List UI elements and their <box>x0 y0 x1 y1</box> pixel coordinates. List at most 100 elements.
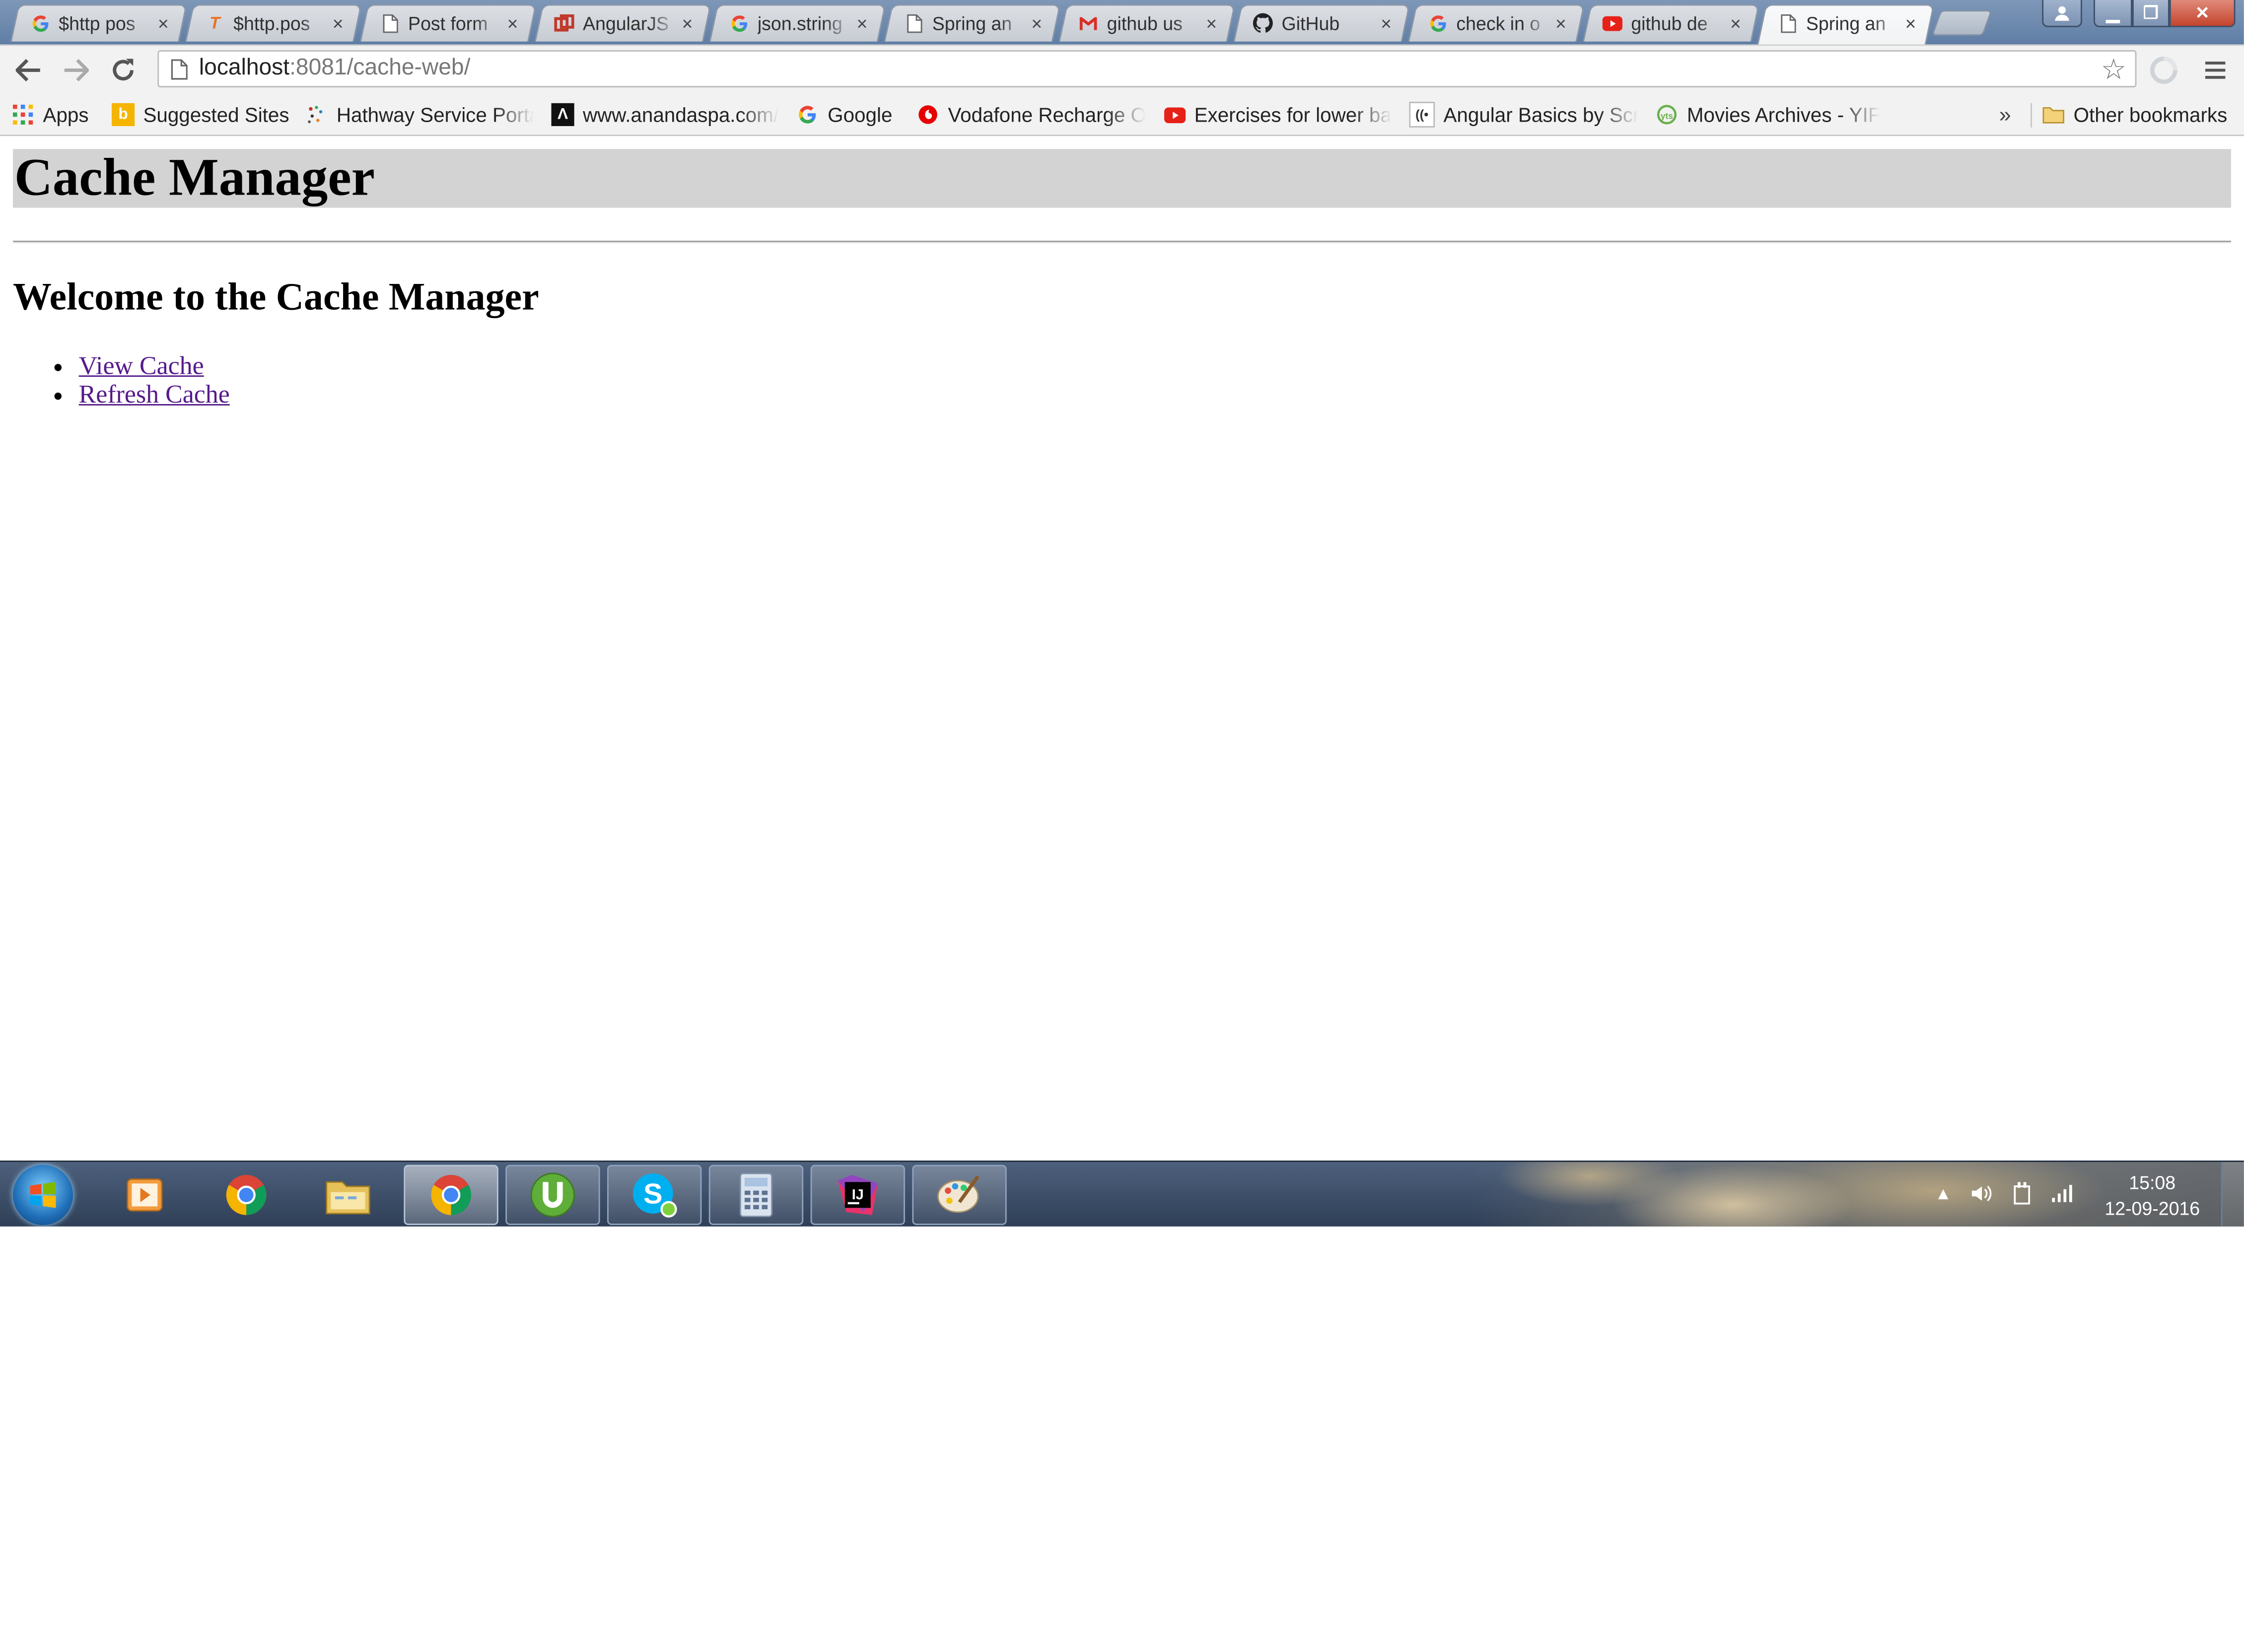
bookmark-angular-basics[interactable]: ((• Angular Basics by Scri <box>1409 99 1638 131</box>
gmail-icon <box>1078 13 1098 33</box>
github-icon <box>1253 13 1273 33</box>
tab-title: $http pos <box>59 12 136 34</box>
maximize-button[interactable]: ❐ <box>2132 0 2170 27</box>
bookmark-movies-archives[interactable]: yts Movies Archives - YIF <box>1655 99 1882 131</box>
tab-title: AngularJS <box>582 12 669 34</box>
bookmark-apps[interactable]: Apps <box>11 99 97 131</box>
page-content: Cache Manager Welcome to the Cache Manag… <box>0 136 2244 1161</box>
utorrent-icon[interactable] <box>505 1165 600 1225</box>
screen: $http pos × T $http.pos × Post form × An… <box>0 0 2244 1652</box>
close-icon[interactable]: × <box>677 12 697 34</box>
bookmark-label: Angular Basics by Scri <box>1443 103 1638 127</box>
window-controls: ▁ ❐ ✕ <box>2042 0 2236 27</box>
network-signal-icon[interactable] <box>2049 1180 2075 1206</box>
page-icon <box>904 13 923 33</box>
vodafone-icon <box>916 103 939 126</box>
skype-icon[interactable]: S <box>607 1165 702 1225</box>
close-icon[interactable]: × <box>1900 12 1920 34</box>
svg-text:IJ: IJ <box>852 1187 864 1203</box>
url-host: localhost <box>199 56 290 80</box>
browser-tab[interactable]: github de × <box>1582 4 1760 42</box>
show-hidden-icons-arrow[interactable]: ▲ <box>1930 1180 1956 1206</box>
bing-icon: b <box>111 103 135 127</box>
view-cache-link[interactable]: View Cache <box>79 351 204 380</box>
bookmark-suggested-sites[interactable]: b Suggested Sites <box>111 99 291 131</box>
chrome-icon[interactable] <box>404 1165 498 1225</box>
close-icon[interactable]: × <box>1376 12 1396 34</box>
bookmark-vodafone[interactable]: Vodafone Recharge O <box>916 99 1146 131</box>
refresh-cache-link[interactable]: Refresh Cache <box>79 380 230 409</box>
browser-tab[interactable]: T $http.pos × <box>185 4 362 42</box>
bookmark-label: Exercises for lower ba <box>1194 103 1392 127</box>
tab-title: json.string <box>757 12 842 34</box>
new-tab-button[interactable] <box>1931 10 1992 36</box>
bookmark-other-folder[interactable]: Other bookmarks <box>2042 99 2235 131</box>
browser-tab[interactable]: $http pos × <box>10 4 188 42</box>
page-title: Cache Manager <box>14 149 375 208</box>
media-player-icon[interactable] <box>97 1165 192 1225</box>
browser-tab[interactable]: json.string × <box>709 4 886 42</box>
close-icon[interactable]: × <box>1201 12 1221 34</box>
chrome-menu-icon[interactable] <box>2199 53 2231 87</box>
extension-icon[interactable] <box>2147 53 2181 87</box>
bookmark-label: Hathway Service Porta <box>336 103 534 127</box>
power-plug-icon[interactable] <box>2009 1180 2035 1206</box>
paint-icon[interactable] <box>912 1165 1007 1225</box>
reload-icon[interactable] <box>105 52 142 89</box>
close-icon[interactable]: × <box>502 12 522 34</box>
volume-icon[interactable] <box>1969 1180 1995 1206</box>
system-clock[interactable]: 15:08 12-09-2016 <box>2094 1170 2211 1222</box>
bookmark-star-icon[interactable]: ☆ <box>2101 52 2127 86</box>
page-icon <box>1777 13 1797 33</box>
bookmark-hathway[interactable]: Hathway Service Porta <box>305 99 534 131</box>
tab-title: Spring an <box>932 12 1012 34</box>
close-icon[interactable]: × <box>1551 12 1571 34</box>
close-icon[interactable]: × <box>1027 12 1047 34</box>
yify-icon: yts <box>1655 103 1678 126</box>
start-button[interactable] <box>12 1165 73 1225</box>
intellij-icon[interactable]: IJ <box>810 1165 905 1225</box>
page-icon <box>379 13 399 33</box>
tab-title: GitHub <box>1281 12 1340 34</box>
browser-tab-active[interactable]: Spring an × <box>1757 4 1935 45</box>
folder-icon <box>2042 103 2065 126</box>
welcome-heading: Welcome to the Cache Manager <box>12 275 539 318</box>
browser-tab[interactable]: GitHub × <box>1233 4 1410 42</box>
calculator-icon[interactable] <box>708 1165 804 1225</box>
anandaspa-icon: Λ <box>551 103 574 127</box>
browser-tab[interactable]: Spring an × <box>884 4 1061 42</box>
tab-title: $http.pos <box>233 12 310 34</box>
address-bar[interactable]: localhost:8081/cache-web/ ☆ <box>157 50 2137 88</box>
chrome-icon[interactable] <box>199 1165 293 1225</box>
bookmark-label: Google <box>828 103 893 127</box>
close-icon[interactable]: × <box>852 12 872 34</box>
windows-taskbar: S IJ ▲ 15:08 12-09-2016 <box>0 1160 2244 1227</box>
close-icon[interactable]: × <box>328 12 348 34</box>
close-icon[interactable]: × <box>153 12 173 34</box>
apps-grid-icon <box>11 103 34 126</box>
browser-tab[interactable]: github us × <box>1058 4 1236 42</box>
forward-arrow-icon[interactable] <box>57 52 94 89</box>
bookmark-anandaspa[interactable]: Λ www.anandaspa.com/ <box>551 99 780 131</box>
svg-text:S: S <box>643 1178 662 1210</box>
back-arrow-icon[interactable] <box>10 52 47 89</box>
bookmark-exercises[interactable]: Exercises for lower ba <box>1163 99 1392 131</box>
bookmark-google[interactable]: Google <box>796 99 904 131</box>
google-icon <box>729 13 749 33</box>
user-profile-icon[interactable] <box>2042 0 2082 27</box>
bookmarks-overflow-button[interactable]: » <box>1999 99 2011 131</box>
browser-toolbar: localhost:8081/cache-web/ ☆ <box>0 44 2244 95</box>
bookmark-label: Vodafone Recharge O <box>948 103 1146 127</box>
browser-tab[interactable]: Post form × <box>359 4 537 42</box>
file-explorer-icon[interactable] <box>301 1165 395 1225</box>
clock-date: 12-09-2016 <box>2104 1198 2200 1220</box>
browser-tab[interactable]: AngularJS × <box>534 4 711 42</box>
bookmark-label: Movies Archives - YIF <box>1686 103 1881 127</box>
close-icon[interactable]: × <box>1726 12 1746 34</box>
page-icon <box>167 58 190 79</box>
close-window-button[interactable]: ✕ <box>2169 0 2236 27</box>
minimize-button[interactable]: ▁ <box>2093 0 2132 27</box>
show-desktop-button[interactable] <box>2221 1162 2244 1227</box>
angularjs-icon <box>554 13 574 33</box>
browser-tab[interactable]: check in o × <box>1408 4 1585 42</box>
